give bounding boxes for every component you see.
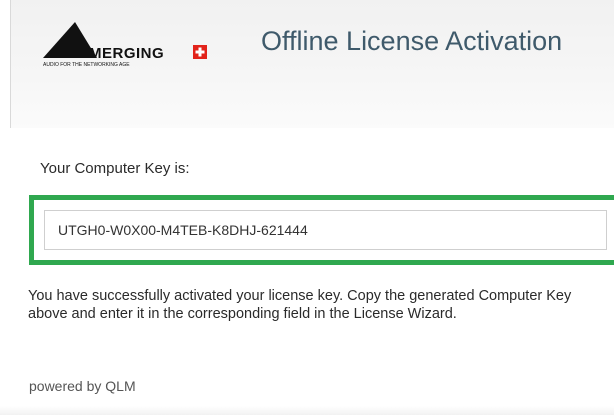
computer-key-field[interactable] (44, 210, 607, 250)
success-message: You have successfully activated your lic… (28, 288, 572, 322)
page-title: Offline License Activation (261, 26, 563, 56)
powered-by-text: powered by QLM (29, 378, 136, 394)
logo-brand-text: MERGING (89, 45, 164, 62)
bottom-divider (0, 406, 614, 415)
logo-tagline-text: AUDIO FOR THE NETWORKING AGE (43, 62, 130, 68)
merging-logo: MERGING AUDIO FOR THE NETWORKING AGE (39, 14, 219, 72)
header: MERGING AUDIO FOR THE NETWORKING AGE Off… (10, 0, 614, 128)
computer-key-label: Your Computer Key is: (40, 160, 190, 177)
license-activation-page: MERGING AUDIO FOR THE NETWORKING AGE Off… (0, 0, 614, 415)
